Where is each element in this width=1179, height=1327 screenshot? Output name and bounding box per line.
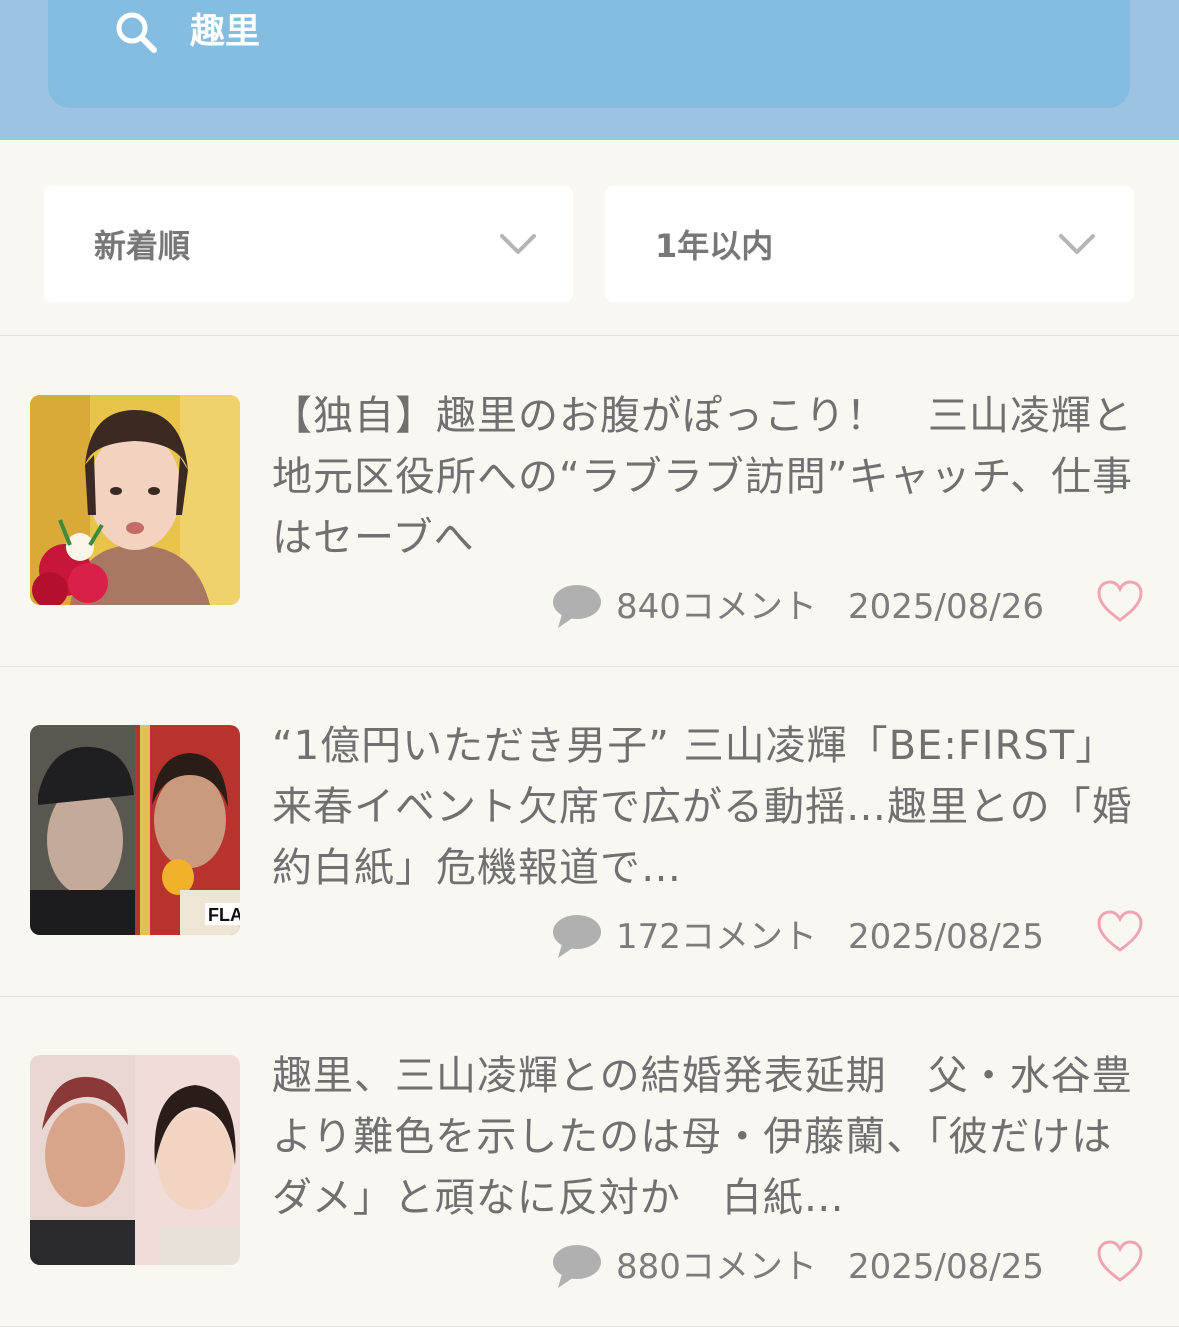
heart-icon[interactable] xyxy=(1096,910,1144,954)
period-select-label: 1年以内 xyxy=(655,227,774,265)
search-query[interactable]: 趣里 xyxy=(190,8,260,56)
comment-count: 172コメント xyxy=(616,917,817,957)
chevron-down-icon xyxy=(500,234,536,254)
comment-count: 880コメント xyxy=(616,1247,817,1287)
comment-bubble-icon xyxy=(553,915,601,958)
article-meta: 172コメント 2025/08/25 xyxy=(0,910,1179,964)
article-title[interactable]: “1億円いただき男子” 三山凌輝「BE:FIRST」来春イベント欠席で広がる動揺… xyxy=(272,716,1142,899)
article-title[interactable]: 【独自】趣里のお腹がぽっこり！ 三山凌輝と地元区役所への“ラブラブ訪問”キャッチ… xyxy=(272,386,1142,569)
heart-icon[interactable] xyxy=(1096,1240,1144,1284)
comment-bubble-icon xyxy=(553,585,601,628)
filter-bar: 新着順 1年以内 xyxy=(0,140,1179,336)
article-thumbnail[interactable]: FLA xyxy=(30,725,240,935)
list-item[interactable]: 【独自】趣里のお腹がぽっこり！ 三山凌輝と地元区役所への“ラブラブ訪問”キャッチ… xyxy=(0,336,1179,667)
heart-icon[interactable] xyxy=(1096,580,1144,624)
list-item[interactable]: FLA “1億円いただき男子” 三山凌輝「BE:FIRST」来春イベント欠席で広… xyxy=(0,666,1179,997)
sort-select-label: 新着順 xyxy=(94,227,191,265)
article-date: 2025/08/25 xyxy=(848,917,1044,957)
article-thumbnail[interactable] xyxy=(30,395,240,605)
comment-bubble-icon xyxy=(553,1245,601,1288)
comment-count: 840コメント xyxy=(616,587,817,627)
article-date: 2025/08/26 xyxy=(848,587,1044,627)
list-item[interactable]: 趣里、三山凌輝との結婚発表延期 父・水谷豊より難色を示したのは母・伊藤蘭、「彼だ… xyxy=(0,996,1179,1327)
article-date: 2025/08/25 xyxy=(848,1247,1044,1287)
article-thumbnail[interactable] xyxy=(30,1055,240,1265)
search-icon xyxy=(116,12,157,53)
header: 趣里 xyxy=(0,0,1179,140)
search-bar[interactable]: 趣里 xyxy=(48,0,1130,108)
sort-select[interactable]: 新着順 xyxy=(44,186,573,302)
period-select[interactable]: 1年以内 xyxy=(605,186,1134,302)
article-meta: 840コメント 2025/08/26 xyxy=(0,580,1179,634)
chevron-down-icon xyxy=(1059,234,1095,254)
article-title[interactable]: 趣里、三山凌輝との結婚発表延期 父・水谷豊より難色を示したのは母・伊藤蘭、「彼だ… xyxy=(272,1046,1142,1229)
